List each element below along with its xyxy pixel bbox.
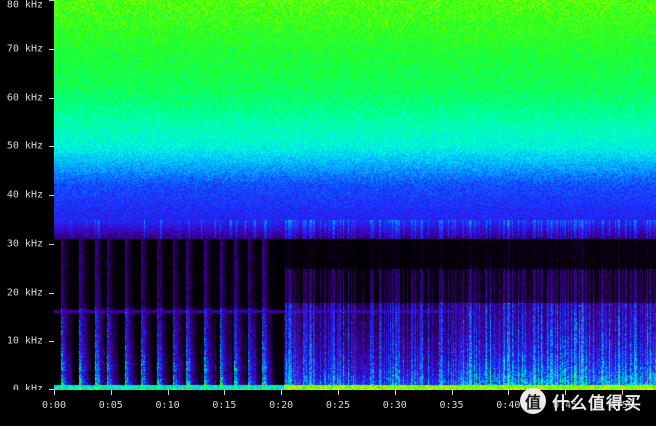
frequency-tick-label: 50 kHz <box>6 140 43 152</box>
time-tick-mark <box>110 390 112 395</box>
time-tick-mark <box>167 390 169 395</box>
time-tick-label: 0:25 <box>325 400 350 411</box>
time-tick-label: 0:30 <box>382 400 407 411</box>
time-tick-mark <box>337 390 339 395</box>
time-tick-label: 0:15 <box>212 400 237 411</box>
frequency-tick-label: 70 kHz <box>6 43 43 55</box>
frequency-axis: 0 kHz 10 kHz 20 kHz 30 kHz 40 kHz 50 kHz 60 kH… <box>0 0 54 395</box>
frequency-tick-label: 30 kHz <box>6 238 43 250</box>
time-tick-label: 0:40 <box>496 400 521 411</box>
time-tick-mark <box>281 390 283 395</box>
time-tick-mark <box>224 390 226 395</box>
time-tick-label: 0:10 <box>155 400 180 411</box>
time-tick-label: 0:20 <box>269 400 294 411</box>
time-tick-mark <box>394 390 396 395</box>
frequency-tick-label: 10 kHz <box>6 335 43 347</box>
frequency-tick-label: 40 kHz <box>6 189 43 201</box>
frequency-tick-label: 20 kHz <box>6 287 43 298</box>
time-tick-mark <box>508 390 510 395</box>
watermark-text: 什么值得买 <box>552 393 642 414</box>
frequency-tick-label: 80 kHz <box>6 0 43 11</box>
time-tick-mark <box>451 390 453 395</box>
time-tick-label: 0:35 <box>439 400 464 411</box>
spectrogram-plot[interactable] <box>54 0 656 390</box>
spectrogram-canvas[interactable] <box>54 0 656 390</box>
time-tick-label: 0:05 <box>98 400 123 411</box>
time-tick-mark <box>54 390 55 395</box>
time-tick-label: 0:00 <box>41 400 67 411</box>
watermark: 值 什么值得买 <box>520 388 642 414</box>
frequency-tick-label: 60 kHz <box>6 92 43 103</box>
watermark-logo: 值 <box>520 388 546 414</box>
